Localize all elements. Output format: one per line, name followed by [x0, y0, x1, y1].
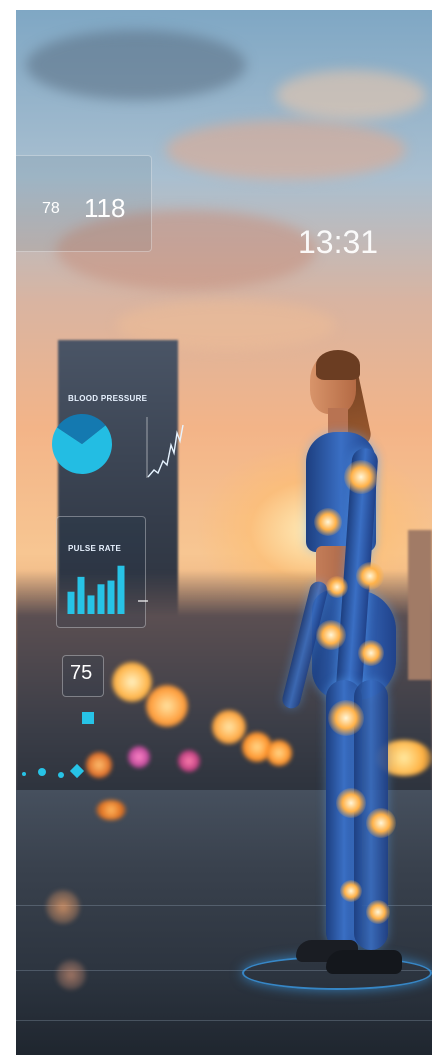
joint-glow	[356, 562, 384, 590]
bokeh-light	[96, 800, 126, 820]
joint-glow	[358, 640, 384, 666]
bokeh-light	[46, 890, 80, 924]
pulse-bar	[97, 584, 105, 614]
stat-small: 78	[42, 200, 60, 217]
pulse-bar	[77, 576, 85, 614]
pulse-bar	[67, 591, 75, 614]
bokeh-light	[86, 752, 112, 778]
joint-glow	[340, 880, 362, 902]
photo-scene: 78 118 13:31 BLOOD PRESSURE PULSE RATE 7…	[16, 10, 432, 1055]
joint-glow	[344, 460, 378, 494]
pulse-bar	[117, 565, 125, 614]
athlete-figure	[266, 340, 416, 980]
pulse-bar	[107, 580, 115, 614]
joint-glow	[336, 788, 366, 818]
cyan-square	[82, 712, 94, 724]
pulse-rate-label: PULSE RATE	[68, 544, 122, 553]
cloud	[26, 30, 246, 100]
tile-line	[16, 1020, 432, 1021]
panel-marker	[138, 600, 148, 602]
trend-line-chart	[146, 417, 184, 478]
bokeh-light	[178, 750, 200, 772]
blood-pressure-label: BLOOD PRESSURE	[68, 394, 148, 403]
bokeh-light	[128, 746, 150, 768]
blood-pressure-pie-chart	[51, 414, 112, 474]
pulse-rate-bar-chart	[67, 565, 125, 614]
bokeh-light	[56, 960, 86, 990]
data-dot	[38, 768, 46, 776]
cloud	[276, 70, 426, 120]
stat-large: 118	[84, 193, 126, 223]
cloud	[166, 120, 406, 180]
clock-time: 13:31	[298, 224, 379, 260]
joint-glow	[326, 576, 348, 598]
bokeh-light	[146, 685, 188, 727]
joint-glow	[366, 900, 390, 924]
joint-glow	[366, 808, 396, 838]
data-dot	[22, 772, 26, 776]
shoe-right	[326, 950, 402, 974]
joint-glow	[328, 700, 364, 736]
pulse-bar	[87, 595, 95, 614]
joint-glow	[314, 508, 342, 536]
joint-glow	[316, 620, 346, 650]
data-dot	[58, 772, 64, 778]
bokeh-light	[112, 662, 152, 702]
trend-line	[147, 424, 184, 478]
hair	[316, 350, 360, 380]
pulse-value: 75	[70, 662, 93, 684]
bokeh-light	[212, 710, 246, 744]
